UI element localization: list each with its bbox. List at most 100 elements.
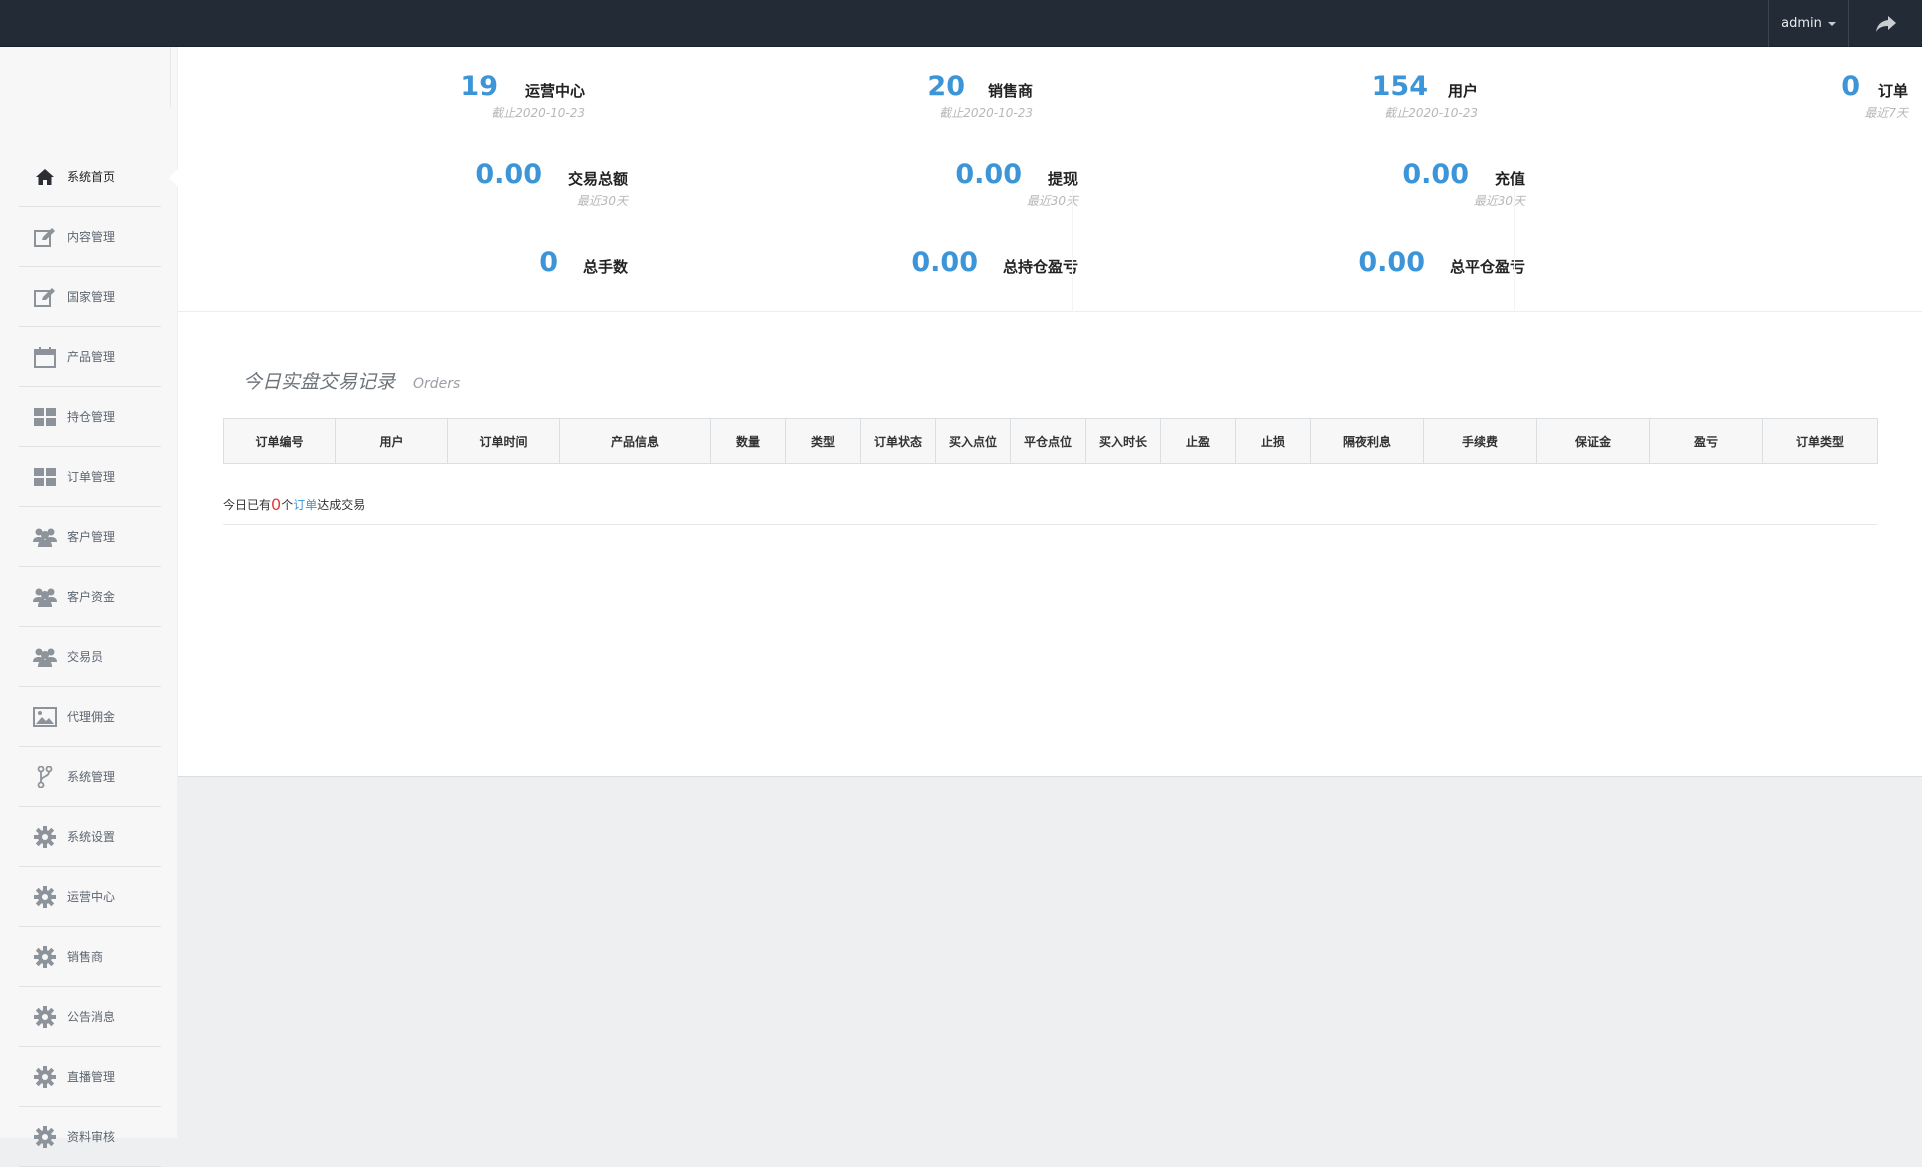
orders-table: 订单编号 用户 订单时间 产品信息 数量 类型 订单状态 买入点位 平仓点位 买… [223, 418, 1878, 464]
grid-icon [33, 405, 57, 429]
sidebar-item-label: 订单管理 [67, 470, 116, 484]
stat-value: 0.00 [475, 159, 542, 190]
sidebar-item-content[interactable]: 内容管理 [19, 207, 161, 267]
sidebar-item-country[interactable]: 国家管理 [19, 267, 161, 327]
column-divider [1072, 182, 1073, 312]
sidebar-item-home[interactable]: 系统首页 [19, 147, 179, 207]
orders-link[interactable]: 订单 [293, 496, 317, 513]
sidebar-item-position[interactable]: 持仓管理 [19, 387, 161, 447]
stat-subtext: 截止2020-10-23 [939, 106, 1033, 120]
stat-label: 运营中心 [524, 82, 585, 100]
share-arrow-icon [1875, 15, 1896, 32]
sidebar: 系统首页 内容管理 国家管理 产品管理 持仓管理 订单管理 客户管理 客户资金 … [0, 47, 179, 1167]
sidebar-item-label: 内容管理 [67, 230, 116, 244]
sidebar-item-traders[interactable]: 交易员 [19, 627, 161, 687]
sidebar-item-customer-funds[interactable]: 客户资金 [19, 567, 161, 627]
summary-prefix: 今日已有 [223, 498, 272, 512]
column-header: 类型 [785, 418, 861, 464]
calendar-icon [33, 345, 57, 369]
stat-label: 交易总额 [567, 170, 628, 188]
column-header: 手续费 [1423, 418, 1537, 464]
stat-subtext: 最近30天 [1026, 194, 1078, 208]
sidebar-item-announcements[interactable]: 公告消息 [19, 987, 161, 1047]
stat-subtext: 最近7天 [1864, 106, 1908, 120]
column-header: 订单时间 [447, 418, 560, 464]
column-header: 订单编号 [223, 418, 336, 464]
users-icon [33, 585, 57, 609]
sidebar-item-orders[interactable]: 订单管理 [19, 447, 161, 507]
stat-label: 充值 [1494, 170, 1525, 188]
stat-value: 0 [539, 247, 558, 278]
caret-down-icon [1827, 21, 1836, 26]
sidebar-item-sellers[interactable]: 销售商 [19, 927, 161, 987]
column-header: 用户 [335, 418, 448, 464]
users-icon [33, 645, 57, 669]
stat-value: 0.00 [1358, 247, 1425, 278]
sidebar-item-system-admin[interactable]: 系统管理 [19, 747, 161, 807]
column-header: 止损 [1235, 418, 1311, 464]
orders-subtitle: Orders [413, 376, 461, 392]
stat-value: 154 [1371, 71, 1428, 102]
sidebar-item-product[interactable]: 产品管理 [19, 327, 161, 387]
orders-summary: 今日已有 0 个订单 达成交易 [223, 485, 1877, 525]
sidebar-item-customers[interactable]: 客户管理 [19, 507, 161, 567]
column-header: 产品信息 [559, 418, 711, 464]
user-name: admin [1781, 16, 1822, 31]
column-header: 买入时长 [1085, 418, 1161, 464]
edit-icon [33, 225, 57, 249]
logout-button[interactable] [1849, 0, 1922, 47]
stats-panel: 19 运营中心 截止2020-10-23 20 销售商 截止2020-10-23… [178, 47, 1922, 312]
sidebar-item-label: 代理佣金 [67, 710, 116, 724]
column-header: 盈亏 [1649, 418, 1763, 464]
image-icon [33, 705, 57, 729]
stat-subtext: 截止2020-10-23 [491, 106, 585, 120]
sidebar-item-label: 产品管理 [67, 350, 116, 364]
gear-icon [33, 945, 57, 969]
sidebar-item-label: 系统设置 [67, 830, 116, 844]
edit-icon [33, 285, 57, 309]
summary-mid: 个 [281, 498, 294, 512]
stat-value: 19 [460, 71, 498, 102]
grid-icon [33, 465, 57, 489]
sidebar-item-commission[interactable]: 代理佣金 [19, 687, 161, 747]
stat-value: 0.00 [1402, 159, 1469, 190]
sidebar-divider [170, 47, 171, 107]
column-header: 数量 [710, 418, 786, 464]
table-header-row: 订单编号 用户 订单时间 产品信息 数量 类型 订单状态 买入点位 平仓点位 买… [223, 418, 1878, 464]
stat-label: 用户 [1447, 82, 1478, 100]
sidebar-item-operation-center[interactable]: 运营中心 [19, 867, 161, 927]
sidebar-item-live[interactable]: 直播管理 [19, 1047, 161, 1107]
column-header: 买入点位 [935, 418, 1011, 464]
stat-subtext: 最近30天 [576, 194, 628, 208]
stat-label: 销售商 [987, 82, 1033, 100]
gear-icon [33, 825, 57, 849]
column-divider [1514, 182, 1515, 312]
user-menu[interactable]: admin [1768, 0, 1849, 47]
gear-icon [33, 1125, 57, 1149]
sidebar-item-label: 交易员 [67, 650, 104, 664]
sidebar-item-label: 资料审核 [67, 1130, 116, 1144]
sidebar-item-label: 公告消息 [67, 1010, 116, 1024]
column-header: 平仓点位 [1010, 418, 1086, 464]
branch-icon [33, 765, 57, 789]
stat-label: 总手数 [582, 258, 628, 276]
sidebar-item-label: 系统管理 [67, 770, 116, 784]
sidebar-item-settings[interactable]: 系统设置 [19, 807, 161, 867]
column-header: 止盈 [1160, 418, 1236, 464]
sidebar-item-review[interactable]: 资料审核 [19, 1107, 161, 1167]
sidebar-item-label: 国家管理 [67, 290, 116, 304]
home-icon [33, 165, 57, 189]
orders-title: 今日实盘交易记录 [243, 371, 396, 393]
stat-value: 0.00 [911, 247, 978, 278]
gear-icon [33, 1005, 57, 1029]
column-header: 订单类型 [1762, 418, 1878, 464]
sidebar-item-label: 系统首页 [67, 170, 116, 184]
column-header: 保证金 [1536, 418, 1650, 464]
column-header: 订单状态 [860, 418, 936, 464]
sidebar-item-label: 直播管理 [67, 1070, 116, 1084]
column-header: 隔夜利息 [1310, 418, 1424, 464]
sidebar-item-label: 销售商 [67, 950, 104, 964]
stat-label: 总持仓盈亏 [1002, 258, 1078, 276]
top-bar: admin [0, 0, 1922, 47]
stat-value: 20 [927, 71, 965, 102]
